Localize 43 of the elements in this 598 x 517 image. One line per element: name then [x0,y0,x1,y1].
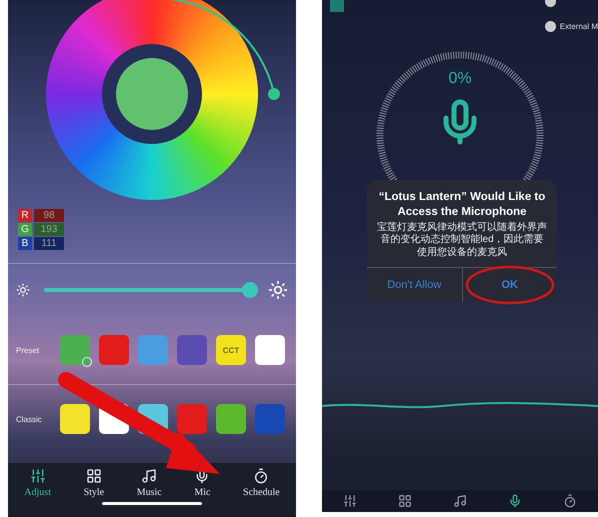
color-swatch[interactable] [99,335,129,365]
channel-value: 111 [34,237,64,250]
level-reading: 0% [448,70,472,88]
row-label: Preset [16,346,40,354]
dialog-button[interactable]: Don't Allow [367,268,462,302]
tab[interactable]: Style [84,468,104,498]
channel-value: 98 [34,209,64,222]
radio-dot[interactable] [544,21,556,32]
timer-icon[interactable] [563,494,578,508]
dialog-title: “Lotus Lantern” Would Like to Access the Microphone [378,190,546,220]
row-label: Classic [16,414,43,424]
sun-icon [268,280,288,300]
sliders-icon [30,468,46,484]
grid-icon[interactable] [398,494,412,508]
tab[interactable]: Adjust [24,468,51,498]
music-note-icon[interactable] [452,494,467,508]
check-circle-icon [82,357,92,367]
color-swatch[interactable] [177,404,207,434]
color-swatch[interactable] [60,404,90,434]
music-note-icon [141,468,158,484]
color-swatch[interactable] [255,335,285,365]
dialog-message: 宝莲灯麦克风律动模式可以随着外界声音的变化动态控制智能led，因此需要使用您设备的麦克风 [376,222,548,260]
channel-label: B [18,237,32,250]
channel-label: R [18,209,32,222]
sliders-icon[interactable] [342,494,357,508]
tab[interactable]: Music [136,468,162,498]
grid-icon [86,468,102,484]
channel-label: G [18,223,32,236]
hue-handle[interactable] [268,88,280,100]
sun-icon [16,283,30,297]
color-swatch[interactable] [255,404,285,434]
color-swatch[interactable]: CCT [216,335,246,365]
color-swatch[interactable] [138,335,168,365]
option-label: External M [560,22,598,31]
timer-icon [253,468,270,484]
color-swatch[interactable] [177,335,207,365]
color-swatch[interactable] [216,404,246,434]
color-swatch[interactable] [60,335,90,365]
channel-value: 193 [34,223,64,236]
dialog-button[interactable]: OK [462,268,557,302]
tab[interactable]: Schedule [243,468,280,498]
microphone-icon[interactable] [508,494,522,508]
selected-color-dot [116,58,188,130]
